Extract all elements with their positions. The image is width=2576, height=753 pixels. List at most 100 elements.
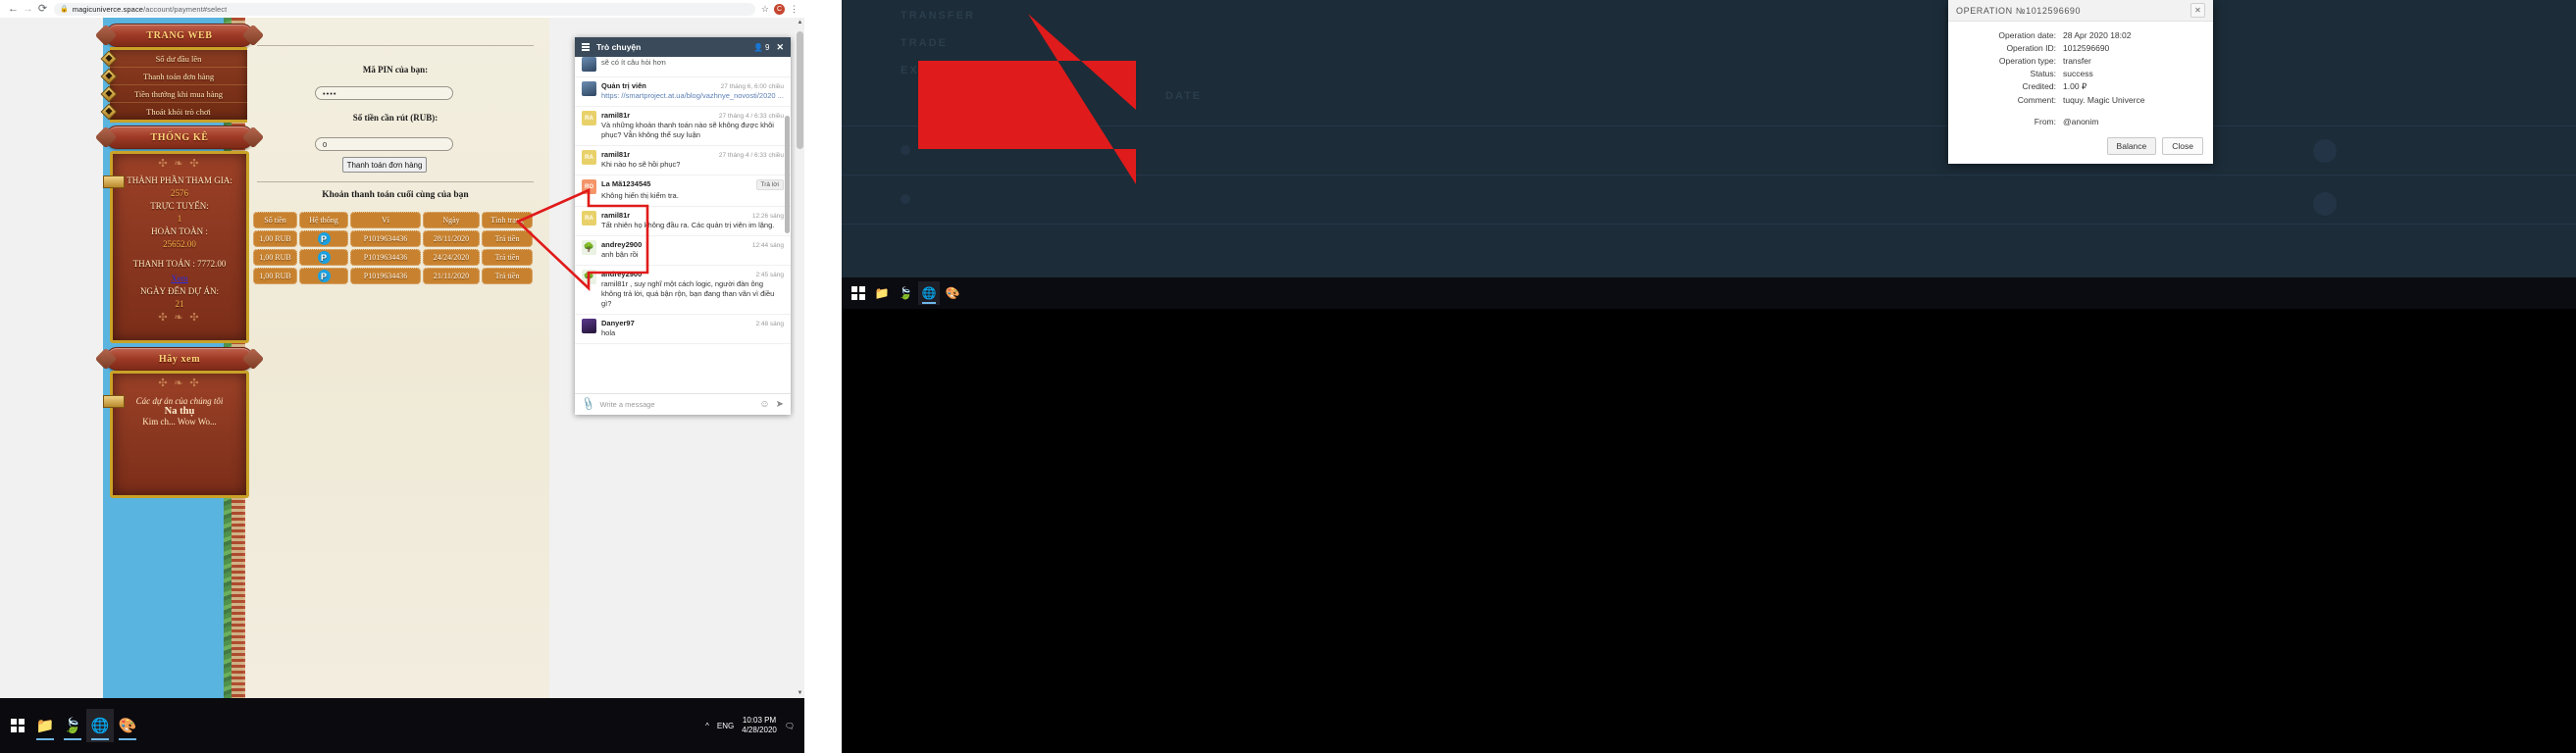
field-row: Status: success: [1958, 69, 2203, 78]
cell-amount: 1,00 RUB: [253, 230, 297, 247]
cell-amount: 1,00 RUB: [253, 249, 297, 266]
profile-avatar[interactable]: C: [774, 3, 785, 15]
message-body: Danyer97 2:48 sáng hola: [601, 319, 784, 338]
back-arrow-icon[interactable]: ←: [6, 2, 21, 17]
list-item: RA ramil81r 12:26 sáng Tất nhiên họ khôn…: [575, 207, 791, 236]
send-icon[interactable]: ➤: [776, 399, 784, 410]
chat-scrollbar[interactable]: [785, 116, 790, 233]
close-icon[interactable]: ✕: [776, 42, 784, 53]
field-label: Operation type:: [1998, 56, 2056, 66]
show-hidden-icons-icon[interactable]: ^: [705, 722, 709, 730]
forward-arrow-icon[interactable]: →: [21, 2, 35, 17]
scroll-up-icon[interactable]: ▲: [796, 18, 804, 27]
message-input[interactable]: Write a message: [599, 400, 753, 409]
message-head: Danyer97 2:48 sáng: [601, 319, 784, 327]
toolbar-actions: ☆ C ⋮: [761, 3, 799, 15]
hamburger-icon[interactable]: [582, 43, 590, 51]
message-text[interactable]: https: //smartproject.at.ua/blog/vazhnye…: [601, 91, 784, 101]
banner-website[interactable]: TRANG WEB: [106, 24, 253, 47]
kebab-menu-icon[interactable]: ⋮: [790, 4, 799, 15]
sidebar-item-bonus[interactable]: Tiền thưởng khi mua hàng: [100, 85, 247, 103]
paperclip-icon[interactable]: 📎: [580, 397, 595, 413]
url-text: magicuniverce.space/account/payment#sele…: [72, 4, 228, 14]
avatar: [582, 319, 596, 333]
bookmark-icon: [103, 176, 125, 188]
ghost-bullet: [2313, 192, 2337, 216]
address-bar[interactable]: 🔒 magicuniverce.space/account/payment#se…: [54, 2, 755, 16]
sidebar-item-payment[interactable]: Thanh toán đơn hàng: [100, 68, 247, 85]
chat-user-count: 👤 9: [753, 42, 770, 52]
close-button[interactable]: Close: [2162, 137, 2203, 155]
field-label: Operation date:: [1998, 30, 2056, 40]
system-tray: ^ ENG 10:03 PM 4/28/2020 🗨: [705, 716, 800, 735]
file-explorer-icon[interactable]: 📁: [31, 709, 59, 742]
cell-wallet: P1019634436: [350, 249, 421, 266]
message-author: ramil81r: [601, 211, 631, 220]
message-time: 27 tháng 4 / 6:33 chiều: [718, 152, 784, 159]
field-value: 1.00 ₽: [2063, 81, 2087, 91]
clock[interactable]: 10:03 PM 4/28/2020: [742, 716, 777, 735]
language-indicator[interactable]: ENG: [717, 722, 734, 730]
notifications-icon[interactable]: 🗨: [785, 722, 795, 730]
page-scrollbar[interactable]: ▲ ▼: [796, 18, 804, 698]
star-icon[interactable]: ☆: [761, 4, 769, 15]
ghost-label-date: DATE: [1165, 90, 1203, 102]
paint-icon[interactable]: 🎨: [942, 281, 963, 305]
banner-statistics[interactable]: THỐNG KÊ: [106, 126, 253, 149]
leaf-app-icon[interactable]: 🍃: [59, 709, 86, 742]
avatar: 🌳: [582, 240, 596, 255]
message-text: Tất nhiên họ không đầu ra. Các quản trị …: [601, 221, 775, 229]
message-head: Quản trị viên 27 tháng 6, 6:00 chiều: [601, 81, 784, 90]
scroll-down-icon[interactable]: ▼: [796, 688, 804, 698]
message-text: hola: [601, 328, 616, 337]
message-author: andrey2900: [601, 270, 643, 278]
sidebar-item-balance[interactable]: Số dư đầu lên: [100, 50, 247, 68]
scrollbar-thumb[interactable]: [797, 31, 803, 149]
chat-messages[interactable]: sẽ có ít câu hỏi hơn Quản trị viên 27 th…: [575, 57, 791, 393]
amount-input[interactable]: 0: [315, 137, 453, 151]
field-value: transfer: [2063, 56, 2091, 66]
view-link[interactable]: Xem: [171, 274, 188, 283]
cell-date: 24/24/2020: [423, 249, 480, 266]
file-explorer-icon[interactable]: 📁: [871, 281, 893, 305]
cell-date: 21/11/2020: [423, 268, 480, 284]
table-row: 1,00 RUB P P1019634436 24/24/2020 Trả ti…: [253, 249, 533, 266]
chat-title: Trò chuyện: [596, 42, 642, 52]
ghost-divider: [842, 224, 2576, 225]
ghost-label-exchange: EXCHANGE: [901, 65, 978, 76]
chrome-icon[interactable]: 🌐: [86, 709, 114, 742]
submit-payment-button[interactable]: Thanh toán đơn hàng: [342, 157, 427, 173]
paint-icon[interactable]: 🎨: [114, 709, 141, 742]
dialog-body: Operation date: 28 Apr 2020 18:02 Operat…: [1948, 22, 2213, 137]
list-item: RA ramil81r 27 tháng 4 / 6:33 chiều Khi …: [575, 146, 791, 176]
list-item: Quản trị viên 27 tháng 6, 6:00 chiều htt…: [575, 77, 791, 107]
windows-start-icon[interactable]: [848, 281, 869, 305]
windows-start-icon[interactable]: [4, 709, 31, 742]
chrome-icon[interactable]: 🌐: [918, 281, 940, 305]
dialog-title: OPERATION №1012596690: [1956, 5, 2082, 16]
amount-label: Số tiền cần rút (RUB):: [352, 113, 438, 123]
cell-wallet: P1019634436: [350, 268, 421, 284]
message-author: andrey2900: [601, 240, 643, 249]
reply-button[interactable]: Trả lời: [755, 179, 784, 190]
close-icon[interactable]: ✕: [2190, 3, 2205, 18]
cell-status: Trả tiền: [482, 249, 533, 266]
pin-label: Mã PIN của bạn:: [362, 65, 429, 75]
reload-icon[interactable]: ⟳: [35, 2, 50, 17]
cell-date: 28/11/2020: [423, 230, 480, 247]
pin-input[interactable]: ••••: [315, 86, 453, 100]
avatar: 🌳: [582, 270, 596, 284]
smiley-icon[interactable]: ☺: [759, 399, 769, 410]
divider-mid: [257, 181, 534, 182]
banner-look[interactable]: Hãy xem: [106, 347, 253, 371]
desktop-void: [842, 309, 2576, 753]
leaf-app-icon[interactable]: 🍃: [895, 281, 916, 305]
users-icon: 👤: [753, 42, 763, 52]
balance-button[interactable]: Balance: [2106, 137, 2157, 155]
field-row-from: From: @anonim: [1958, 117, 2203, 126]
payeer-icon: P: [317, 251, 331, 264]
cell-system: P: [299, 268, 348, 284]
payments-table: Số tiền Hệ thống Ví Ngày Tình trạng 1,00…: [253, 212, 533, 284]
message-body: ramil81r 27 tháng 4 / 6:33 chiều Khi nào…: [601, 150, 784, 170]
sidebar-item-exit[interactable]: Thoát khỏi trò chơi: [100, 103, 247, 121]
